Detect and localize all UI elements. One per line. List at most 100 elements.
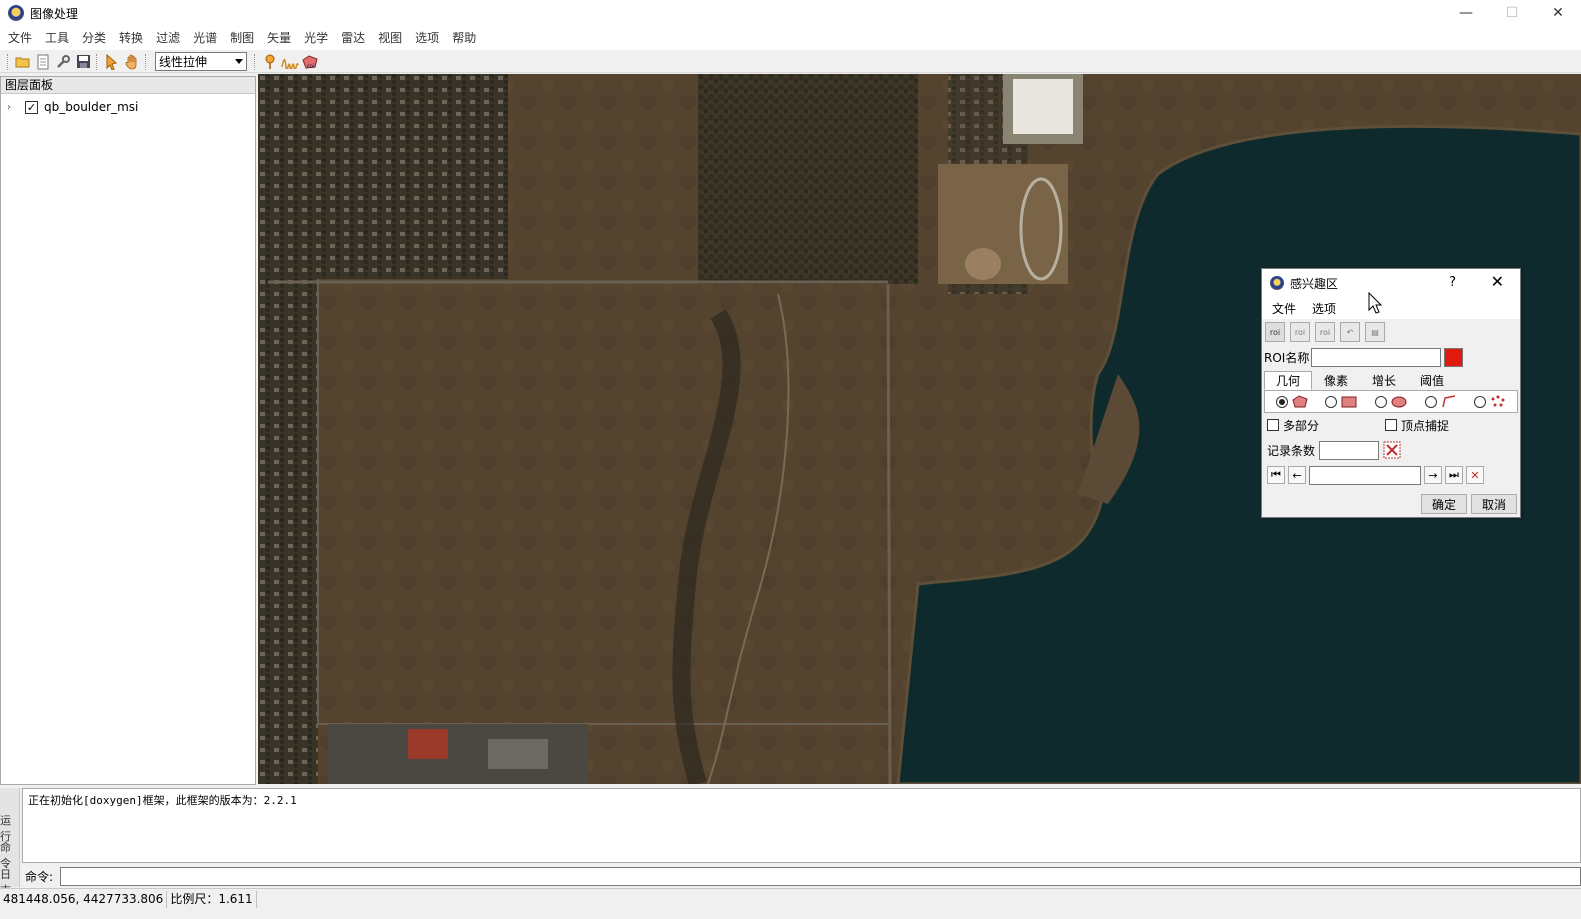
new-roi-icon[interactable]: roi bbox=[1265, 322, 1285, 342]
menu-vector[interactable]: 矢量 bbox=[262, 26, 296, 50]
layer-panel-title: 图层面板 bbox=[1, 77, 255, 94]
menu-optical[interactable]: 光学 bbox=[299, 26, 333, 50]
menu-file[interactable]: 文件 bbox=[3, 26, 37, 50]
roi-toolbar: roi roi roi ↶ ▤ bbox=[1262, 319, 1520, 345]
polyline-radio[interactable] bbox=[1424, 395, 1437, 408]
multipart-checkbox[interactable] bbox=[1267, 419, 1279, 431]
undo-icon[interactable]: ↶ bbox=[1340, 322, 1360, 342]
tab-pixel[interactable]: 像素 bbox=[1312, 371, 1360, 390]
roi-dialog-titlebar[interactable]: 感兴趣区 ? ✕ bbox=[1262, 269, 1520, 297]
open-icon[interactable] bbox=[13, 52, 33, 72]
stretch-dropdown-value: 线性拉伸 bbox=[159, 55, 208, 69]
spectral-profile-icon[interactable] bbox=[280, 52, 300, 72]
record-count-input[interactable] bbox=[1319, 440, 1380, 460]
clear-records-icon[interactable] bbox=[1383, 441, 1401, 459]
command-input[interactable] bbox=[60, 866, 1581, 886]
record-count-label: 记录条数 bbox=[1267, 443, 1316, 458]
minimize-button[interactable]: — bbox=[1443, 0, 1489, 26]
roi-name-row: ROI名称 bbox=[1262, 345, 1520, 369]
help-button[interactable]: ? bbox=[1449, 275, 1456, 290]
roi-name-input[interactable] bbox=[1311, 347, 1442, 367]
status-bar: 481448.056, 4427733.806 比例尺：1.611 bbox=[0, 888, 1581, 909]
ok-button[interactable]: 确定 bbox=[1421, 494, 1467, 514]
next-record-icon[interactable]: → bbox=[1424, 466, 1442, 484]
delete-roi-icon[interactable]: roi bbox=[1290, 322, 1310, 342]
close-window-button[interactable]: ✕ bbox=[1535, 0, 1581, 26]
vertex-snap-option[interactable]: 顶点捕捉 bbox=[1385, 417, 1449, 434]
menu-cartography[interactable]: 制图 bbox=[225, 26, 259, 50]
roi-menu-options[interactable]: 选项 bbox=[1308, 300, 1340, 317]
rectangle-radio[interactable] bbox=[1325, 395, 1338, 408]
roi-tabs: 几何 像素 增长 阈值 bbox=[1264, 371, 1518, 391]
console-output[interactable]: 正在初始化[doxygen]框架，此框架的版本为：2.2.1 bbox=[22, 788, 1581, 863]
roi-menu-file[interactable]: 文件 bbox=[1268, 300, 1300, 317]
maximize-button[interactable]: ☐ bbox=[1489, 0, 1535, 26]
mouse-cursor-icon bbox=[1368, 291, 1383, 317]
menu-help[interactable]: 帮助 bbox=[447, 26, 481, 50]
toolbar-separator bbox=[254, 53, 257, 70]
delete-record-icon[interactable]: ✕ bbox=[1466, 466, 1484, 484]
tab-geometry[interactable]: 几何 bbox=[1264, 371, 1312, 390]
polygon-radio[interactable] bbox=[1275, 395, 1288, 408]
prev-record-icon[interactable]: ← bbox=[1288, 466, 1306, 484]
record-nav-input[interactable] bbox=[1309, 465, 1421, 485]
side-tab-command[interactable]: 命令 bbox=[0, 841, 19, 870]
point-radio[interactable] bbox=[1474, 395, 1487, 408]
menu-classification[interactable]: 分类 bbox=[77, 26, 111, 50]
close-icon[interactable]: ✕ bbox=[1491, 272, 1504, 291]
roi-color-button[interactable] bbox=[1444, 347, 1464, 367]
menu-view[interactable]: 视图 bbox=[373, 26, 407, 50]
multipart-option[interactable]: 多部分 bbox=[1267, 417, 1385, 434]
last-record-icon[interactable]: ⏭ bbox=[1445, 466, 1463, 484]
roi-menu-bar: 文件 选项 bbox=[1262, 297, 1520, 319]
side-tab-run[interactable]: 运行 bbox=[0, 814, 19, 843]
menu-tools[interactable]: 工具 bbox=[40, 26, 74, 50]
table-icon[interactable]: ▤ bbox=[1365, 322, 1385, 342]
stretch-dropdown[interactable]: 线性拉伸 bbox=[155, 52, 247, 71]
roi-name-label: ROI名称 bbox=[1264, 350, 1310, 365]
chevron-down-icon bbox=[235, 59, 243, 64]
wrench-icon[interactable] bbox=[53, 52, 73, 72]
first-record-icon[interactable]: ⏮ bbox=[1267, 466, 1285, 484]
layer-visibility-checkbox[interactable]: ✓ bbox=[25, 100, 38, 114]
toolbar: 线性拉伸 roi bbox=[0, 51, 1581, 73]
cursor-coordinates: 481448.056, 4427733.806 bbox=[0, 890, 168, 908]
multipart-label: 多部分 bbox=[1283, 418, 1320, 433]
remove-roi-icon[interactable]: roi bbox=[1315, 322, 1335, 342]
console-message: 正在初始化[doxygen]框架，此框架的版本为：2.2.1 bbox=[28, 794, 297, 807]
menu-spectral[interactable]: 光谱 bbox=[188, 26, 222, 50]
vertex-snap-label: 顶点捕捉 bbox=[1401, 418, 1450, 433]
cancel-button[interactable]: 取消 bbox=[1471, 494, 1517, 514]
rectangle-icon bbox=[1341, 395, 1357, 409]
geometry-type-options bbox=[1264, 391, 1518, 413]
ellipse-icon bbox=[1391, 395, 1407, 409]
toolbar-separator bbox=[96, 53, 99, 70]
menu-options[interactable]: 选项 bbox=[410, 26, 444, 50]
pointer-icon[interactable] bbox=[102, 52, 122, 72]
notes-icon[interactable] bbox=[33, 52, 53, 72]
roi-dialog-title: 感兴趣区 bbox=[1290, 276, 1339, 291]
layer-item[interactable]: › ✓ qb_boulder_msi bbox=[1, 97, 255, 117]
polygon-icon bbox=[1292, 395, 1308, 409]
roi-tool-icon[interactable]: roi bbox=[300, 52, 320, 72]
menu-filter[interactable]: 过滤 bbox=[151, 26, 185, 50]
tab-threshold[interactable]: 阈值 bbox=[1408, 371, 1456, 390]
menu-transform[interactable]: 转换 bbox=[114, 26, 148, 50]
app-logo-icon bbox=[1270, 276, 1284, 290]
title-bar: 图像处理 — ☐ ✕ bbox=[0, 0, 1581, 26]
toolbar-grip[interactable] bbox=[7, 53, 10, 70]
expand-chevron-icon[interactable]: › bbox=[7, 102, 17, 113]
pin-icon[interactable] bbox=[260, 52, 280, 72]
ellipse-radio[interactable] bbox=[1374, 395, 1387, 408]
command-row: 命令: bbox=[22, 866, 1581, 886]
layer-panel: 图层面板 › ✓ qb_boulder_msi bbox=[0, 76, 256, 785]
layer-name: qb_boulder_msi bbox=[44, 100, 139, 114]
tab-grow[interactable]: 增长 bbox=[1360, 371, 1408, 390]
save-icon[interactable] bbox=[73, 52, 93, 72]
record-nav-row: ⏮ ← → ⏭ ✕ bbox=[1262, 463, 1520, 487]
pan-hand-icon[interactable] bbox=[122, 52, 142, 72]
menu-radar[interactable]: 雷达 bbox=[336, 26, 370, 50]
command-label: 命令: bbox=[25, 869, 54, 884]
roi-dialog: 感兴趣区 ? ✕ 文件 选项 roi roi roi ↶ ▤ ROI名称 几何 … bbox=[1261, 268, 1521, 518]
vertex-snap-checkbox[interactable] bbox=[1385, 419, 1397, 431]
